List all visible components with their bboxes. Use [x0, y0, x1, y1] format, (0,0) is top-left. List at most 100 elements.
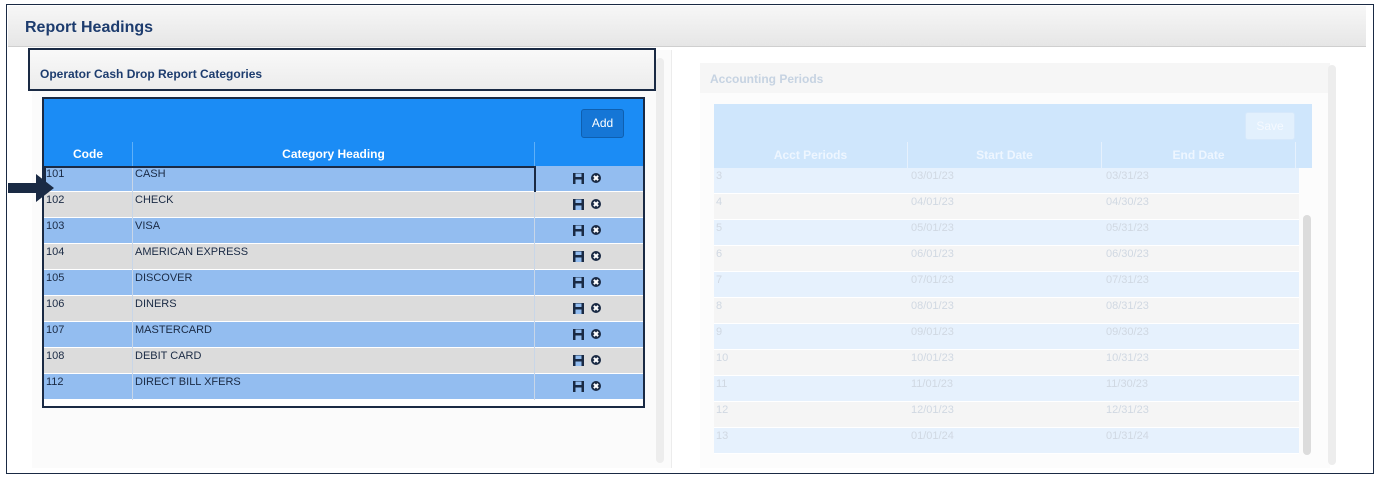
save-icon[interactable]: [573, 173, 584, 184]
table-row[interactable]: 107 MASTERCARD: [44, 322, 643, 348]
delete-icon[interactable]: [591, 381, 601, 391]
cell-period[interactable]: 3: [714, 168, 909, 193]
cell-category-heading[interactable]: CASH: [133, 166, 535, 192]
cell-start[interactable]: 05/01/23: [909, 220, 1104, 245]
cell-category-heading[interactable]: DISCOVER: [133, 270, 535, 296]
table-row[interactable]: 103 VISA: [44, 218, 643, 244]
delete-icon[interactable]: [591, 225, 601, 235]
table-row[interactable]: 108 DEBIT CARD: [44, 348, 643, 374]
table-row[interactable]: 104 AMERICAN EXPRESS: [44, 244, 643, 270]
cell-period[interactable]: 10: [714, 350, 909, 375]
save-icon[interactable]: [573, 199, 584, 210]
cell-end[interactable]: 05/31/23: [1104, 220, 1299, 245]
save-icon[interactable]: [573, 225, 584, 236]
cell-period[interactable]: 8: [714, 298, 909, 323]
cell-category-heading[interactable]: AMERICAN EXPRESS: [133, 244, 535, 270]
cell-end[interactable]: 09/30/23: [1104, 324, 1299, 349]
column-header-code[interactable]: Code: [44, 142, 133, 166]
accounting-periods-header: Accounting Periods: [700, 63, 1330, 93]
cell-period[interactable]: 11: [714, 376, 909, 401]
cell-end[interactable]: 01/31/24: [1104, 428, 1299, 453]
cell-code[interactable]: 108: [44, 348, 133, 374]
column-header-category-heading[interactable]: Category Heading: [133, 142, 535, 166]
delete-icon[interactable]: [591, 173, 601, 183]
table-row[interactable]: 101 CASH: [44, 166, 643, 196]
cell-start[interactable]: 11/01/23: [909, 376, 1104, 401]
cell-end[interactable]: 04/30/23: [1104, 194, 1299, 219]
cell-end[interactable]: 10/31/23: [1104, 350, 1299, 375]
cell-end[interactable]: 11/30/23: [1104, 376, 1299, 401]
cell-period[interactable]: 9: [714, 324, 909, 349]
cell-period[interactable]: 7: [714, 272, 909, 297]
table-row[interactable]: 5 05/01/23 05/31/23: [714, 220, 1299, 246]
table-row[interactable]: 6 06/01/23 06/30/23: [714, 246, 1299, 272]
cell-category-heading[interactable]: CHECK: [133, 192, 535, 218]
delete-icon[interactable]: [591, 355, 601, 365]
table-row[interactable]: 112 DIRECT BILL XFERS: [44, 374, 643, 400]
periods-scrollbar-thumb[interactable]: [1303, 215, 1311, 455]
cell-category-heading[interactable]: DEBIT CARD: [133, 348, 535, 374]
cell-period[interactable]: 13: [714, 428, 909, 453]
cell-end[interactable]: 08/31/23: [1104, 298, 1299, 323]
cell-period[interactable]: 4: [714, 194, 909, 219]
add-button[interactable]: Add: [581, 109, 624, 138]
save-icon[interactable]: [573, 251, 584, 262]
cell-code[interactable]: 112: [44, 374, 133, 400]
table-row[interactable]: 3 03/01/23 03/31/23: [714, 168, 1299, 194]
table-row[interactable]: 7 07/01/23 07/31/23: [714, 272, 1299, 298]
cell-start[interactable]: 12/01/23: [909, 402, 1104, 427]
save-icon[interactable]: [573, 303, 584, 314]
delete-icon[interactable]: [591, 303, 601, 313]
cell-code[interactable]: 104: [44, 244, 133, 270]
table-row[interactable]: 105 DISCOVER: [44, 270, 643, 296]
cell-code[interactable]: 106: [44, 296, 133, 322]
cell-category-heading[interactable]: MASTERCARD: [133, 322, 535, 348]
table-row[interactable]: 8 08/01/23 08/31/23: [714, 298, 1299, 324]
delete-icon[interactable]: [591, 199, 601, 209]
cell-start[interactable]: 03/01/23: [909, 168, 1104, 193]
column-header-acct-periods[interactable]: Acct Periods: [714, 142, 908, 168]
cell-period[interactable]: 12: [714, 402, 909, 427]
cell-start[interactable]: 07/01/23: [909, 272, 1104, 297]
cell-end[interactable]: 07/31/23: [1104, 272, 1299, 297]
cell-period[interactable]: 5: [714, 220, 909, 245]
delete-icon[interactable]: [591, 277, 601, 287]
left-panel-scrollbar[interactable]: [656, 58, 664, 463]
cell-category-heading[interactable]: DINERS: [133, 296, 535, 322]
cell-end[interactable]: 03/31/23: [1104, 168, 1299, 193]
right-panel-scrollbar[interactable]: [1328, 65, 1336, 465]
cell-start[interactable]: 09/01/23: [909, 324, 1104, 349]
cell-code[interactable]: 103: [44, 218, 133, 244]
column-header-start-date[interactable]: Start Date: [908, 142, 1102, 168]
cell-code[interactable]: 105: [44, 270, 133, 296]
save-button[interactable]: Save: [1245, 112, 1295, 140]
table-row[interactable]: 106 DINERS: [44, 296, 643, 322]
delete-icon[interactable]: [591, 251, 601, 261]
cell-start[interactable]: 04/01/23: [909, 194, 1104, 219]
cell-start[interactable]: 10/01/23: [909, 350, 1104, 375]
table-row[interactable]: 13 01/01/24 01/31/24: [714, 428, 1299, 454]
table-row[interactable]: 102 CHECK: [44, 192, 643, 218]
column-header-end-date[interactable]: End Date: [1102, 142, 1296, 168]
cell-period[interactable]: 6: [714, 246, 909, 271]
save-icon[interactable]: [573, 329, 584, 340]
table-row[interactable]: 11 11/01/23 11/30/23: [714, 376, 1299, 402]
cell-code[interactable]: 101: [44, 166, 133, 192]
cell-code[interactable]: 107: [44, 322, 133, 348]
cell-start[interactable]: 08/01/23: [909, 298, 1104, 323]
save-icon[interactable]: [573, 277, 584, 288]
save-icon[interactable]: [573, 355, 584, 366]
cell-start[interactable]: 06/01/23: [909, 246, 1104, 271]
table-row[interactable]: 10 10/01/23 10/31/23: [714, 350, 1299, 376]
delete-icon[interactable]: [591, 329, 601, 339]
cell-category-heading[interactable]: DIRECT BILL XFERS: [133, 374, 535, 400]
cell-category-heading[interactable]: VISA: [133, 218, 535, 244]
save-icon[interactable]: [573, 381, 584, 392]
cell-start[interactable]: 01/01/24: [909, 428, 1104, 453]
table-row[interactable]: 4 04/01/23 04/30/23: [714, 194, 1299, 220]
table-row[interactable]: 12 12/01/23 12/31/23: [714, 402, 1299, 428]
table-row[interactable]: 9 09/01/23 09/30/23: [714, 324, 1299, 350]
cell-end[interactable]: 12/31/23: [1104, 402, 1299, 427]
cell-end[interactable]: 06/30/23: [1104, 246, 1299, 271]
cell-code[interactable]: 102: [44, 192, 133, 218]
